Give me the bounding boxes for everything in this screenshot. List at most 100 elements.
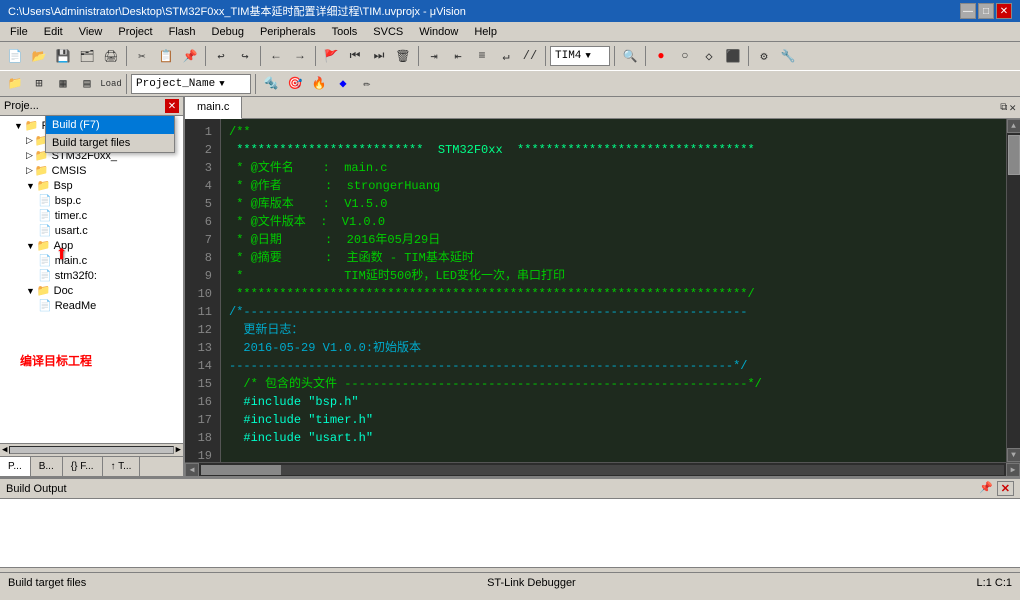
code-text-area[interactable]: /** ************************** STM32F0xx… bbox=[221, 119, 1006, 462]
comment-button[interactable]: // bbox=[519, 45, 541, 67]
build-output-title: Build Output bbox=[6, 483, 67, 495]
project-name-dropdown[interactable]: Project_Name bbox=[136, 78, 215, 90]
forward-button[interactable]: → bbox=[289, 45, 311, 67]
menu-svcs[interactable]: SVCS bbox=[367, 25, 409, 39]
diamond-button[interactable]: ◆ bbox=[332, 73, 354, 95]
save-button[interactable]: 💾 bbox=[52, 45, 74, 67]
maximize-button[interactable]: □ bbox=[978, 3, 994, 19]
table-button[interactable]: ▦ bbox=[52, 73, 74, 95]
project-dropdown-arrow[interactable]: ▼ bbox=[219, 79, 224, 89]
tree-readme[interactable]: 📄 ReadMe bbox=[2, 298, 181, 313]
close-button[interactable]: ✕ bbox=[996, 3, 1012, 19]
tim-dropdown-arrow[interactable]: ▼ bbox=[585, 51, 590, 61]
menu-peripherals[interactable]: Peripherals bbox=[254, 25, 322, 39]
prev-bookmark-button[interactable]: ⏮ bbox=[344, 45, 366, 67]
debug-start-button[interactable]: ⬛ bbox=[722, 45, 744, 67]
tab-templates[interactable]: ↑ T... bbox=[103, 457, 141, 476]
build-close-btn[interactable]: ✕ bbox=[997, 481, 1014, 496]
vscroll-down-btn[interactable]: ▼ bbox=[1007, 448, 1020, 462]
line-num-15: 15 bbox=[193, 375, 212, 393]
save-all-button[interactable]: 🗂 bbox=[76, 45, 98, 67]
print-button[interactable]: 🖨 bbox=[100, 45, 122, 67]
copy-button[interactable]: 📋 bbox=[155, 45, 177, 67]
menu-tools[interactable]: Tools bbox=[326, 25, 364, 39]
pin-icon[interactable]: 📌 bbox=[979, 481, 993, 496]
folder-icon: 📁 bbox=[37, 239, 51, 252]
separator-5 bbox=[418, 46, 419, 66]
hscroll-right-btn[interactable]: ▶ bbox=[1006, 463, 1020, 477]
wrap-button[interactable]: ↵ bbox=[495, 45, 517, 67]
format-button[interactable]: ≡ bbox=[471, 45, 493, 67]
editor-close-button[interactable]: ✕ bbox=[1009, 101, 1016, 115]
menu-flash[interactable]: Flash bbox=[163, 25, 202, 39]
separator-1 bbox=[126, 46, 127, 66]
load-button[interactable]: Load bbox=[100, 73, 122, 95]
line-num-8: 8 bbox=[193, 249, 212, 267]
tab-functions[interactable]: {} F... bbox=[63, 457, 103, 476]
tree-usart-c[interactable]: 📄 usart.c bbox=[2, 223, 181, 238]
tab-project[interactable]: P... bbox=[0, 457, 31, 476]
tree-label: Doc bbox=[54, 285, 74, 297]
float-icon[interactable]: ⧉ bbox=[1000, 102, 1007, 114]
tree-app[interactable]: ▼ 📁 App bbox=[2, 238, 181, 253]
menu-window[interactable]: Window bbox=[413, 25, 464, 39]
flame-button[interactable]: 🔥 bbox=[308, 73, 330, 95]
vscroll-thumb[interactable] bbox=[1008, 135, 1020, 175]
menu-help[interactable]: Help bbox=[468, 25, 503, 39]
bookmark-button[interactable]: 🚩 bbox=[320, 45, 342, 67]
tree-bsp[interactable]: ▼ 📁 Bsp bbox=[2, 178, 181, 193]
back-button[interactable]: ← bbox=[265, 45, 287, 67]
file-icon: 📄 bbox=[38, 269, 52, 282]
editor-tab-main[interactable]: main.c bbox=[185, 97, 242, 119]
target-button[interactable]: 🎯 bbox=[284, 73, 306, 95]
grid-button[interactable]: ⊞ bbox=[28, 73, 50, 95]
ctx-build-target[interactable]: Build target files bbox=[46, 134, 174, 152]
panel-close-button[interactable]: ✕ bbox=[165, 99, 179, 113]
menu-view[interactable]: View bbox=[73, 25, 109, 39]
scroll-left-btn[interactable]: ◀ bbox=[2, 445, 7, 455]
component-button[interactable]: ▤ bbox=[76, 73, 98, 95]
stop-button[interactable]: ○ bbox=[674, 45, 696, 67]
tab-build[interactable]: B... bbox=[31, 457, 63, 476]
new-file-button[interactable]: 📄 bbox=[4, 45, 26, 67]
red-label: 编译目标工程 bbox=[20, 352, 92, 369]
undo-button[interactable]: ↩ bbox=[210, 45, 232, 67]
menu-edit[interactable]: Edit bbox=[38, 25, 69, 39]
expand-icon: ▷ bbox=[26, 165, 33, 176]
tree-timer-c[interactable]: 📄 timer.c bbox=[2, 208, 181, 223]
settings-button[interactable]: ⚙ bbox=[753, 45, 775, 67]
tim-dropdown[interactable]: TIM4 bbox=[555, 50, 581, 62]
options-button[interactable]: 🔧 bbox=[777, 45, 799, 67]
cut-button[interactable]: ✂ bbox=[131, 45, 153, 67]
editor-tab-label: main.c bbox=[197, 101, 229, 113]
minimize-button[interactable]: — bbox=[960, 3, 976, 19]
menu-debug[interactable]: Debug bbox=[206, 25, 250, 39]
menu-file[interactable]: File bbox=[4, 25, 34, 39]
hscroll-thumb[interactable] bbox=[201, 465, 281, 475]
tree-label: bsp.c bbox=[55, 195, 81, 207]
tree-main-c[interactable]: 📄 main.c bbox=[2, 253, 181, 268]
wizard-button[interactable]: 🔩 bbox=[260, 73, 282, 95]
find-button[interactable]: 🔍 bbox=[619, 45, 641, 67]
workspace-button[interactable]: 📁 bbox=[4, 73, 26, 95]
unindent-button[interactable]: ⇤ bbox=[447, 45, 469, 67]
build-button[interactable]: ● bbox=[650, 45, 672, 67]
clear-bookmark-button[interactable]: 🗑 bbox=[392, 45, 414, 67]
tree-stm32-c[interactable]: 📄 stm32f0: bbox=[2, 268, 181, 283]
tree-bsp-c[interactable]: 📄 bsp.c bbox=[2, 193, 181, 208]
redo-button[interactable]: ↪ bbox=[234, 45, 256, 67]
indent-button[interactable]: ⇥ bbox=[423, 45, 445, 67]
eraser-button[interactable]: ◇ bbox=[698, 45, 720, 67]
line-num-12: 12 bbox=[193, 321, 212, 339]
menu-project[interactable]: Project bbox=[112, 25, 158, 39]
hscroll-left-btn[interactable]: ◀ bbox=[185, 463, 199, 477]
tree-doc[interactable]: ▼ 📁 Doc bbox=[2, 283, 181, 298]
open-file-button[interactable]: 📂 bbox=[28, 45, 50, 67]
paste-button[interactable]: 📌 bbox=[179, 45, 201, 67]
next-bookmark-button[interactable]: ⏭ bbox=[368, 45, 390, 67]
vscroll-up-btn[interactable]: ▲ bbox=[1007, 119, 1020, 133]
edit-target-button[interactable]: ✏ bbox=[356, 73, 378, 95]
ctx-build[interactable]: Build (F7) bbox=[46, 116, 174, 134]
tree-cmsis[interactable]: ▷ 📁 CMSIS bbox=[2, 163, 181, 178]
scroll-right-btn[interactable]: ▶ bbox=[176, 445, 181, 455]
